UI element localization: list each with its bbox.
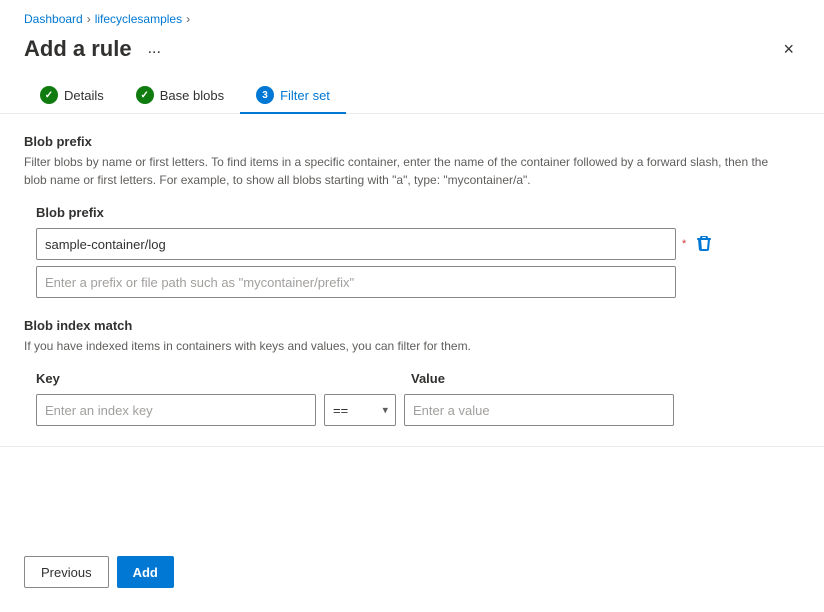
add-button[interactable]: Add [117,556,174,588]
blob-prefix-sub-title: Blob prefix [24,205,800,220]
tab-filter-set[interactable]: 3 Filter set [240,78,346,114]
value-input[interactable] [404,394,674,426]
blob-index-section-desc: If you have indexed items in containers … [24,337,784,355]
blob-prefix-input-2[interactable] [36,266,676,298]
tab-bar: ✓ Details ✓ Base blobs 3 Filter set [0,78,824,114]
key-value-row: == != > < >= <= [24,394,800,426]
content-area: Blob prefix Filter blobs by name or firs… [0,134,824,426]
tab-base-blobs[interactable]: ✓ Base blobs [120,78,240,114]
close-button[interactable]: × [777,37,800,62]
operator-select[interactable]: == != > < >= <= [324,394,396,426]
blob-prefix-section: Blob prefix Filter blobs by name or firs… [24,134,800,298]
ellipsis-button[interactable]: ... [142,38,167,60]
footer-divider [0,446,824,447]
key-input[interactable] [36,394,316,426]
tab-details[interactable]: ✓ Details [24,78,120,114]
value-column-label: Value [411,371,681,386]
page-title: Add a rule [24,36,132,62]
blob-prefix-row-1: * [24,228,800,260]
footer: Previous Add [0,556,198,588]
blob-prefix-section-title: Blob prefix [24,134,800,149]
delete-prefix-button[interactable] [692,232,716,256]
filter-set-number-icon: 3 [256,86,274,104]
breadcrumb-lifecyclesamples[interactable]: lifecyclesamples [95,12,182,26]
required-indicator: * [682,238,686,250]
breadcrumb-dashboard[interactable]: Dashboard [24,12,83,26]
key-value-headers: Key Value [24,371,800,386]
blob-prefix-row-2 [24,266,800,298]
base-blobs-check-icon: ✓ [136,86,154,104]
key-column-label: Key [36,371,331,386]
previous-button[interactable]: Previous [24,556,109,588]
blob-index-section-title: Blob index match [24,318,800,333]
operator-select-wrapper: == != > < >= <= [324,394,396,426]
blob-index-section: Blob index match If you have indexed ite… [24,318,800,426]
details-check-icon: ✓ [40,86,58,104]
header: Add a rule ... × [0,32,824,78]
blob-prefix-input-1[interactable] [36,228,676,260]
breadcrumb: Dashboard › lifecyclesamples › [0,0,824,32]
trash-icon [696,236,712,252]
blob-prefix-section-desc: Filter blobs by name or first letters. T… [24,153,784,189]
